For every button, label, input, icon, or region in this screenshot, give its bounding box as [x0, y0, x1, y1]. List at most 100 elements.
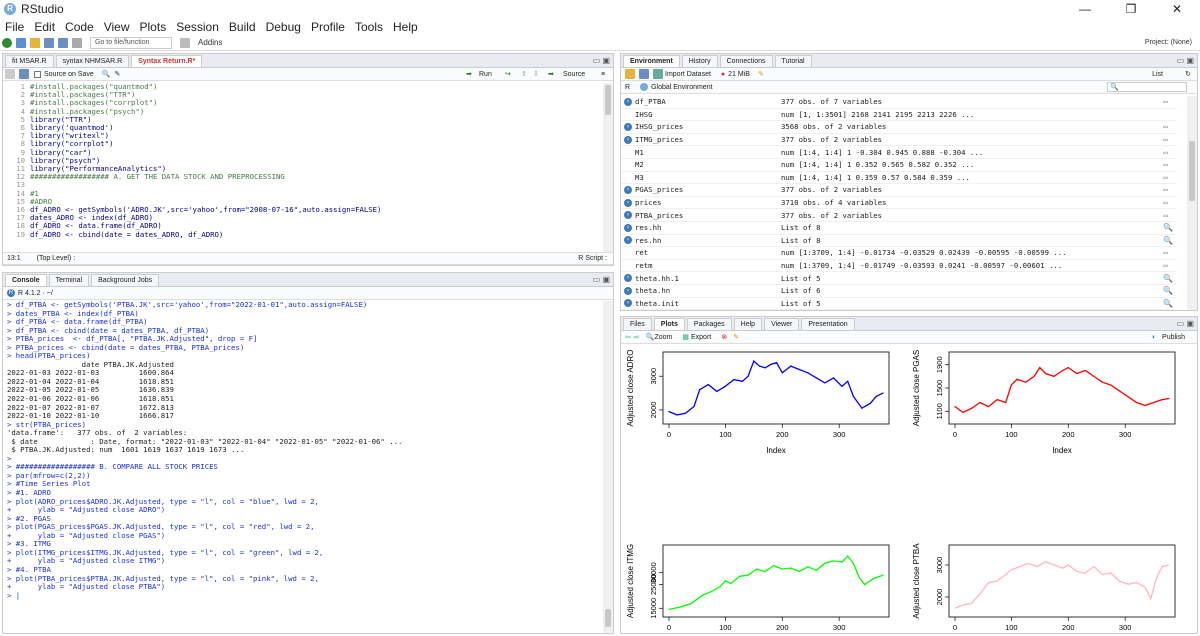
view-table-icon[interactable]: ▭	[1163, 122, 1177, 131]
run-button[interactable]: Run	[479, 71, 492, 78]
expand-icon[interactable]: ›	[624, 223, 632, 232]
save-icon[interactable]	[44, 37, 54, 48]
list-view-dropdown[interactable]: List	[1152, 71, 1163, 78]
environment-row[interactable]: › IHSG_prices 3568 obs. of 2 variables ▭	[621, 121, 1177, 134]
environment-row[interactable]: › theta.hh.1 List of 5 🔍	[621, 272, 1177, 285]
expand-icon[interactable]: ›	[624, 211, 632, 220]
console-output[interactable]: > df_PTBA <- getSymbols('PTBA.JK',src='y…	[7, 301, 603, 633]
view-table-icon[interactable]: ▭	[1163, 261, 1177, 270]
view-data-icon[interactable]: 🔍	[1163, 299, 1177, 308]
expand-icon[interactable]: ›	[624, 122, 632, 131]
open-file-icon[interactable]	[30, 37, 40, 48]
import-dataset-button[interactable]: Import Dataset	[665, 71, 711, 78]
expand-icon[interactable]: ›	[624, 286, 632, 295]
source-on-save-checkbox[interactable]	[34, 70, 41, 78]
grid-layout-icon[interactable]	[180, 37, 190, 48]
new-file-icon[interactable]	[2, 37, 12, 48]
addins-menu[interactable]: Addins	[198, 38, 222, 47]
editor-save-icon[interactable]	[19, 69, 29, 79]
menu-file[interactable]: File	[0, 20, 29, 34]
menu-code[interactable]: Code	[60, 20, 99, 34]
source-button[interactable]: Source	[563, 71, 585, 78]
view-table-icon[interactable]: ▭	[1163, 185, 1177, 194]
wand-icon[interactable]: ✎	[115, 70, 121, 78]
scope-indicator[interactable]: (Top Level) :	[37, 255, 76, 262]
environment-row[interactable]: › res.hn List of 8 🔍	[621, 235, 1177, 248]
tab-tutorial[interactable]: Tutorial	[774, 55, 812, 67]
search-icon[interactable]: 🔍	[102, 70, 111, 78]
editor-window-buttons[interactable]: ▭ ▣	[593, 56, 610, 65]
environment-window-buttons[interactable]: ▭ ▣	[1177, 56, 1194, 65]
zoom-button[interactable]: Zoom	[654, 334, 672, 341]
export-button[interactable]: Export	[691, 334, 711, 341]
tab-background-jobs[interactable]: Background Jobs	[91, 274, 160, 286]
code-line[interactable]: 19 df_ADRO <- cbind(date = dates_ADRO, df…	[3, 230, 603, 239]
expand-icon[interactable]: ›	[624, 299, 632, 308]
view-table-icon[interactable]: ▭	[1163, 211, 1177, 220]
minimize-button[interactable]: —	[1062, 0, 1108, 18]
environment-row[interactable]: › theta.init List of 5 🔍	[621, 298, 1177, 310]
environment-row[interactable]: retm num [1:3709, 1:4] -0.01749 -0.03593 …	[621, 260, 1177, 273]
expand-icon[interactable]: ›	[624, 198, 632, 207]
environment-row[interactable]: M1 num [1:4, 1:4] 1 -0.304 0.945 0.888 -0…	[621, 146, 1177, 159]
menu-session[interactable]: Session	[171, 20, 224, 34]
environment-row[interactable]: › PTBA_prices 377 obs. of 2 variables ▭	[621, 209, 1177, 222]
menu-plots[interactable]: Plots	[135, 20, 172, 34]
environment-row[interactable]: › PGAS_prices 377 obs. of 2 variables ▭	[621, 184, 1177, 197]
code-line[interactable]: 8 library("corrplot")	[3, 140, 603, 148]
menu-edit[interactable]: Edit	[29, 20, 60, 34]
expand-icon[interactable]: ›	[624, 97, 632, 106]
publish-button[interactable]: Publish	[1162, 334, 1185, 341]
tab-help[interactable]: Help	[733, 318, 763, 330]
load-workspace-icon[interactable]	[625, 69, 635, 79]
console-window-buttons[interactable]: ▭ ▣	[593, 275, 610, 284]
save-workspace-icon[interactable]	[639, 69, 649, 79]
back-icon[interactable]	[5, 69, 15, 79]
environment-row[interactable]: › prices 3710 obs. of 4 variables ▭	[621, 197, 1177, 210]
menu-view[interactable]: View	[99, 20, 135, 34]
editor-scrollbar[interactable]	[603, 83, 613, 255]
print-icon[interactable]	[72, 37, 82, 48]
save-all-icon[interactable]	[58, 37, 68, 48]
remove-plot-icon[interactable]: ⊗	[721, 333, 727, 341]
view-table-icon[interactable]: ▭	[1163, 97, 1177, 106]
view-table-icon[interactable]: ▭	[1163, 160, 1177, 169]
new-project-icon[interactable]	[16, 37, 26, 48]
tab-packages[interactable]: Packages	[686, 318, 732, 330]
view-data-icon[interactable]: 🔍	[1163, 274, 1177, 283]
view-data-icon[interactable]: 🔍	[1163, 223, 1177, 232]
tab-environment[interactable]: Environment	[623, 55, 680, 67]
menu-profile[interactable]: Profile	[306, 20, 350, 34]
tab-files[interactable]: Files	[623, 318, 652, 330]
view-data-icon[interactable]: 🔍	[1163, 286, 1177, 295]
expand-icon[interactable]: ›	[624, 274, 632, 283]
expand-icon[interactable]: ›	[624, 236, 632, 245]
environment-search-input[interactable]: 🔍	[1107, 82, 1187, 92]
clear-broom-icon[interactable]: ✎	[758, 70, 764, 78]
menu-help[interactable]: Help	[388, 20, 423, 34]
tab-presentation[interactable]: Presentation	[801, 318, 855, 330]
tab-console[interactable]: Console	[5, 274, 47, 286]
menu-tools[interactable]: Tools	[350, 20, 388, 34]
up-icon[interactable]: ⇧	[521, 70, 527, 78]
down-icon[interactable]: ⇩	[533, 70, 539, 78]
expand-icon[interactable]: ›	[624, 135, 632, 144]
language-dropdown[interactable]: R	[625, 84, 630, 91]
editor-options-icon[interactable]: ≡	[601, 71, 605, 78]
environment-row[interactable]: M2 num [1:4, 1:4] 1 0.352 0.565 0.582 0.3…	[621, 159, 1177, 172]
menu-build[interactable]: Build	[224, 20, 261, 34]
global-environment-dropdown[interactable]: Global Environment	[651, 84, 712, 91]
code-line[interactable]: 13	[3, 181, 603, 189]
view-data-icon[interactable]: 🔍	[1163, 236, 1177, 245]
code-line[interactable]: 14 #1	[3, 189, 603, 198]
environment-row[interactable]: › ITMG_prices 377 obs. of 2 variables ▭	[621, 134, 1177, 147]
environment-row[interactable]: ret num [1:3709, 1:4] -0.01734 -0.03529 0…	[621, 247, 1177, 260]
tab-connections[interactable]: Connections	[719, 55, 773, 67]
clear-plots-broom-icon[interactable]: ✎	[733, 333, 739, 341]
console-scrollbar[interactable]	[603, 301, 613, 633]
view-table-icon[interactable]: ▭	[1163, 148, 1177, 157]
restore-button[interactable]: ❐	[1108, 0, 1154, 18]
tab-fit-msar[interactable]: fit MSAR.R	[5, 55, 54, 67]
environment-row[interactable]: › res.hh List of 8 🔍	[621, 222, 1177, 235]
code-line[interactable]: 12 ################## A. GET THE DATA STO…	[3, 173, 603, 181]
